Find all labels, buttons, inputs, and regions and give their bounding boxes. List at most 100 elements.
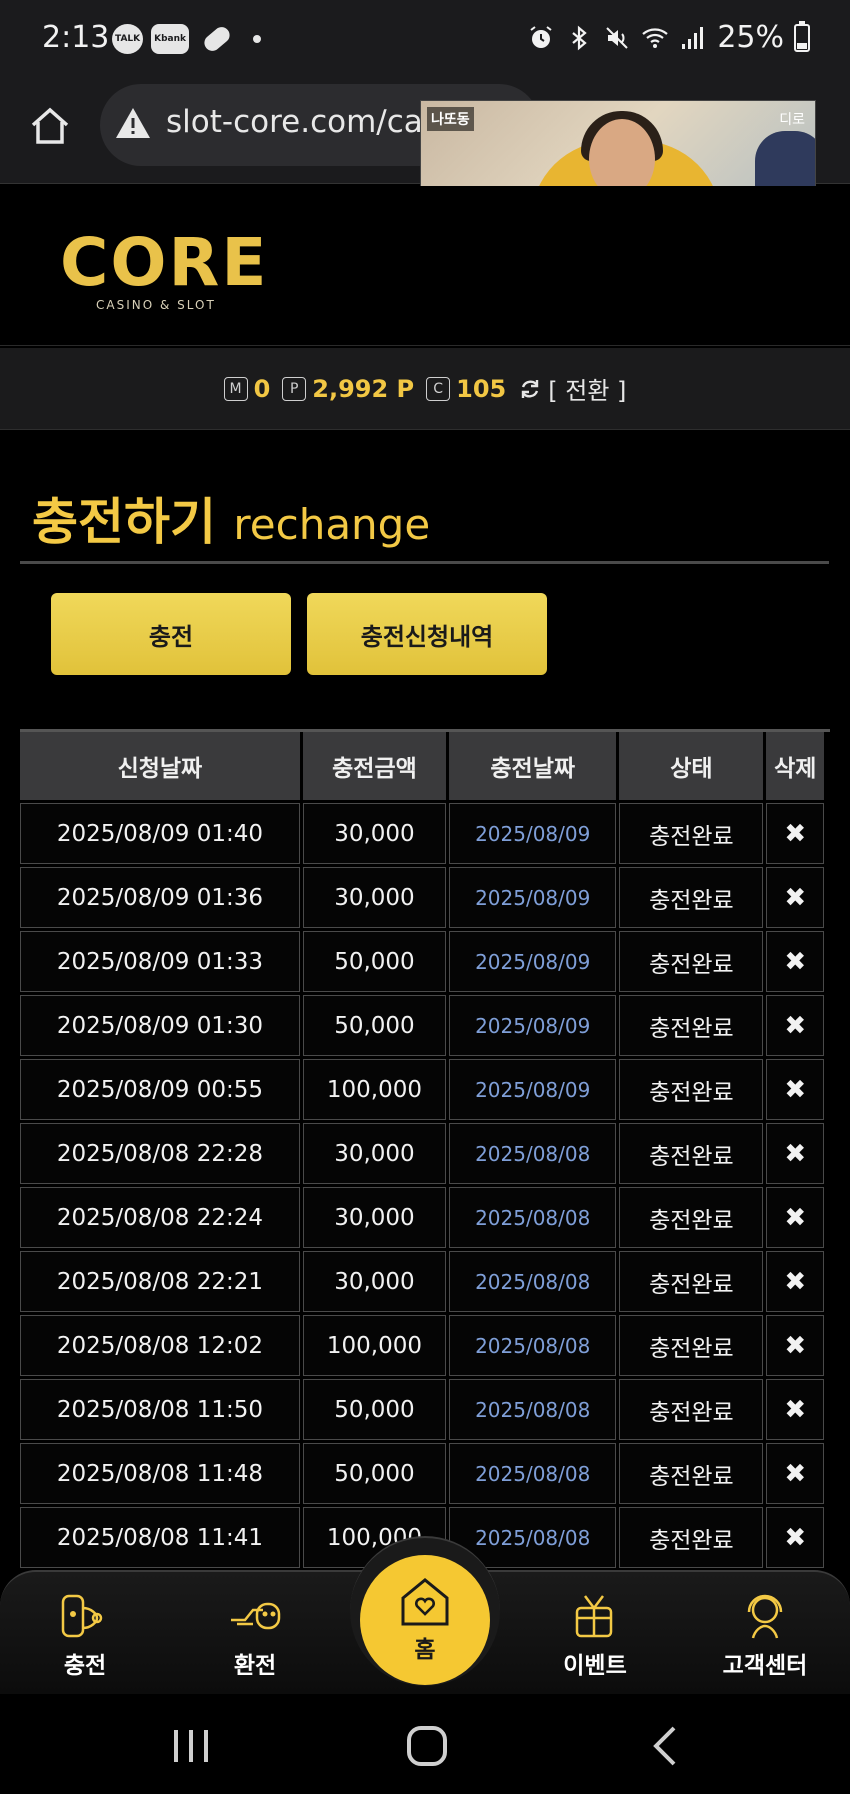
- cell-requested-date: 2025/08/08 11:41: [20, 1507, 300, 1568]
- point-balance: P 2,992 P: [282, 375, 414, 403]
- bluetooth-icon: [572, 25, 588, 50]
- switch-button[interactable]: [ 전환 ]: [518, 371, 626, 406]
- nav-exchange-label[interactable]: 환전: [195, 1646, 315, 1680]
- coin-balance: C 105: [426, 375, 506, 403]
- table-row: 2025/08/08 12:02 100,000 2025/08/08 충전완료 ✖: [20, 1315, 824, 1376]
- charge-history-button[interactable]: 충전신청내역: [307, 593, 547, 675]
- cell-status: 충전완료: [619, 867, 764, 928]
- mute-icon: [606, 26, 629, 49]
- cell-status: 충전완료: [619, 1507, 764, 1568]
- page-title: 충전하기 rechange: [32, 482, 430, 554]
- kbank-icon: Kbank: [151, 24, 190, 54]
- cell-requested-date: 2025/08/08 12:02: [20, 1315, 300, 1376]
- nav-event[interactable]: 이벤트: [535, 1590, 655, 1680]
- charge-button[interactable]: 충전: [51, 593, 291, 675]
- header-requested-date: 신청날짜: [20, 732, 300, 800]
- recent-apps-icon[interactable]: [166, 1724, 216, 1768]
- cell-charged-date: 2025/08/08: [449, 1315, 617, 1376]
- cell-amount: 30,000: [302, 867, 447, 928]
- cell-requested-date: 2025/08/08 11:48: [20, 1443, 300, 1504]
- delete-icon[interactable]: ✖: [766, 995, 824, 1056]
- table-row: 2025/08/09 01:30 50,000 2025/08/09 충전완료 ✖: [20, 995, 824, 1056]
- money-balance: M 0: [223, 375, 270, 403]
- nav-charge[interactable]: 충전: [25, 1590, 145, 1680]
- cell-charged-date: 2025/08/09: [449, 867, 617, 928]
- battery-percent: 25%: [717, 20, 784, 55]
- nav-event-label[interactable]: 이벤트: [535, 1646, 655, 1680]
- cell-requested-date: 2025/08/09 01:36: [20, 867, 300, 928]
- delete-icon[interactable]: ✖: [766, 1315, 824, 1376]
- header-charged-date: 충전날짜: [449, 732, 617, 800]
- cell-amount: 30,000: [302, 1187, 447, 1248]
- refresh-icon[interactable]: [518, 377, 542, 401]
- nav-home-label[interactable]: 홈: [414, 1630, 435, 1664]
- switch-label[interactable]: [ 전환 ]: [548, 371, 626, 406]
- table-row: 2025/08/08 22:21 30,000 2025/08/08 충전완료 ✖: [20, 1251, 824, 1312]
- cell-requested-date: 2025/08/09 01:40: [20, 803, 300, 864]
- delete-icon[interactable]: ✖: [766, 1443, 824, 1504]
- signal-icon: [682, 26, 704, 49]
- status-time: 2:13: [42, 20, 110, 55]
- cell-charged-date: 2025/08/08: [449, 1187, 617, 1248]
- table-row: 2025/08/09 01:36 30,000 2025/08/09 충전완료 ✖: [20, 867, 824, 928]
- headset-icon[interactable]: [737, 1590, 793, 1642]
- gift-icon[interactable]: [567, 1590, 623, 1642]
- cell-requested-date: 2025/08/08 22:24: [20, 1187, 300, 1248]
- nav-support[interactable]: 고객센터: [705, 1590, 825, 1680]
- point-value: 2,992 P: [312, 374, 415, 403]
- cell-amount: 100,000: [302, 1059, 447, 1120]
- battery-icon: [794, 20, 810, 52]
- table-row: 2025/08/08 11:50 50,000 2025/08/08 충전완료 ✖: [20, 1379, 824, 1440]
- cell-charged-date: 2025/08/08: [449, 1443, 617, 1504]
- delete-icon[interactable]: ✖: [766, 803, 824, 864]
- cell-status: 충전완료: [619, 1251, 764, 1312]
- charge-icon[interactable]: [57, 1590, 113, 1642]
- more-notifications-icon: [253, 35, 262, 43]
- delete-icon[interactable]: ✖: [766, 1123, 824, 1184]
- delete-icon[interactable]: ✖: [766, 1507, 824, 1568]
- cell-status: 충전완료: [619, 995, 764, 1056]
- charge-history-table: 신청날짜 충전금액 충전날짜 상태 삭제 2025/08/09 01:40 30,…: [20, 729, 830, 1571]
- browser-home-icon[interactable]: [28, 104, 72, 148]
- cell-status: 충전완료: [619, 1443, 764, 1504]
- delete-icon[interactable]: ✖: [766, 1059, 824, 1120]
- nav-home[interactable]: 홈: [360, 1555, 490, 1685]
- back-icon[interactable]: [642, 1724, 692, 1768]
- logo-main-text: CORE: [60, 224, 269, 301]
- delete-icon[interactable]: ✖: [766, 867, 824, 928]
- core-logo[interactable]: CORE CASINO & SLOT: [60, 224, 269, 313]
- system-home-icon[interactable]: [402, 1724, 452, 1768]
- balance-bar: M 0 P 2,992 P C 105 [ 전환 ]: [0, 348, 850, 430]
- cell-charged-date: 2025/08/09: [449, 931, 617, 992]
- cell-amount: 30,000: [302, 1251, 447, 1312]
- cell-amount: 50,000: [302, 1379, 447, 1440]
- delete-icon[interactable]: ✖: [766, 1187, 824, 1248]
- cell-amount: 30,000: [302, 803, 447, 864]
- page-title-ko: 충전하기: [32, 493, 216, 551]
- title-divider: [20, 561, 829, 564]
- cell-amount: 30,000: [302, 1123, 447, 1184]
- table-row: 2025/08/08 11:48 50,000 2025/08/08 충전완료 ✖: [20, 1443, 824, 1504]
- cell-status: 충전완료: [619, 1059, 764, 1120]
- alarm-icon: [530, 25, 552, 48]
- cell-charged-date: 2025/08/09: [449, 995, 617, 1056]
- cell-charged-date: 2025/08/08: [449, 1379, 617, 1440]
- table-row: 2025/08/09 01:33 50,000 2025/08/09 충전완료 ✖: [20, 931, 824, 992]
- nav-charge-label[interactable]: 충전: [25, 1646, 145, 1680]
- exchange-icon[interactable]: [227, 1590, 283, 1642]
- header-status: 상태: [619, 732, 764, 800]
- home-heart-icon[interactable]: [395, 1576, 455, 1628]
- url-text[interactable]: slot-core.com/ca: [166, 104, 423, 140]
- cell-amount: 50,000: [302, 995, 447, 1056]
- nav-exchange[interactable]: 환전: [195, 1590, 315, 1680]
- cell-requested-date: 2025/08/09 01:30: [20, 995, 300, 1056]
- cell-requested-date: 2025/08/08 22:28: [20, 1123, 300, 1184]
- pill-icon: [201, 23, 233, 55]
- warning-icon[interactable]: [114, 106, 152, 140]
- delete-icon[interactable]: ✖: [766, 1379, 824, 1440]
- delete-icon[interactable]: ✖: [766, 1251, 824, 1312]
- nav-support-label[interactable]: 고객센터: [705, 1646, 825, 1680]
- notification-icons: TALK Kbank: [112, 23, 262, 55]
- wifi-icon: [642, 27, 669, 48]
- delete-icon[interactable]: ✖: [766, 931, 824, 992]
